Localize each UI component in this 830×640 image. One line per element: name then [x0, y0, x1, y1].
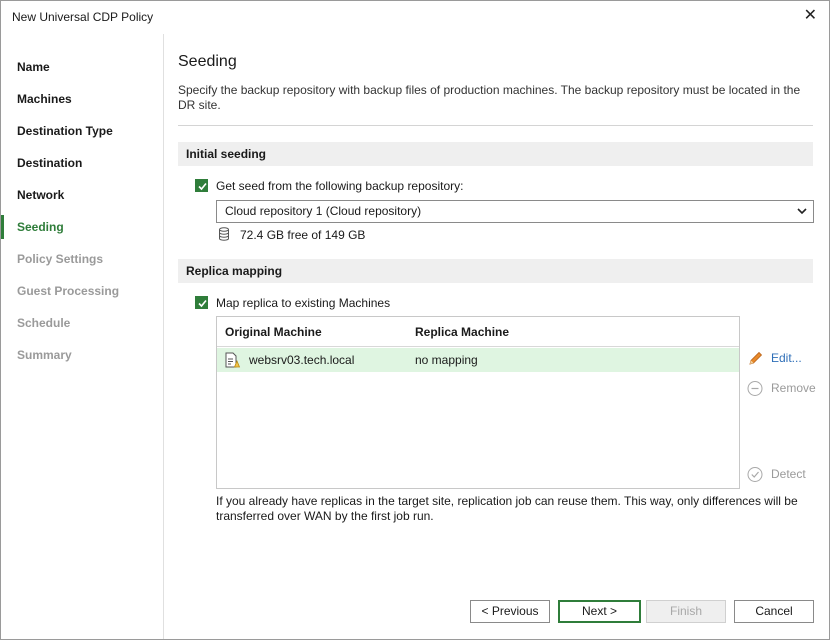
- column-header-original[interactable]: Original Machine: [225, 325, 322, 339]
- finish-button: Finish: [646, 600, 726, 623]
- step-policy-settings: Policy Settings: [17, 252, 104, 266]
- step-machines[interactable]: Machines: [1, 87, 161, 111]
- remove-label: Remove: [771, 381, 816, 395]
- table-header: Original Machine Replica Machine: [217, 317, 739, 347]
- step-guest-processing: Guest Processing: [17, 284, 120, 298]
- wizard-window: New Universal CDP Policy ✕ Name Machines…: [0, 0, 830, 640]
- original-machine-cell: websrv03.tech.local: [249, 353, 355, 367]
- page-description: Specify the backup repository with backu…: [178, 83, 801, 112]
- mapping-note: If you already have replicas in the targ…: [216, 494, 798, 523]
- replica-mapping-header: Replica mapping: [178, 259, 813, 283]
- map-replica-checkbox-label: Map replica to existing Machines: [216, 296, 391, 310]
- pencil-icon: [749, 351, 763, 365]
- map-replica-checkbox[interactable]: [195, 296, 208, 309]
- cancel-button[interactable]: Cancel: [734, 600, 814, 623]
- detect-label: Detect: [771, 467, 806, 481]
- checkmark-icon: [198, 299, 207, 308]
- step-seeding[interactable]: Seeding: [1, 215, 161, 239]
- wizard-steps: Name Machines Destination Type Destinati…: [1, 34, 164, 639]
- check-circle-icon: [747, 467, 763, 482]
- repository-select-value: Cloud repository 1 (Cloud repository): [225, 204, 422, 218]
- page-title: Seeding: [178, 53, 237, 70]
- step-destination[interactable]: Destination: [1, 151, 161, 175]
- table-row[interactable]: websrv03.tech.local no mapping: [217, 348, 739, 372]
- server-icon: [225, 352, 241, 368]
- step-destination-type[interactable]: Destination Type: [1, 119, 161, 143]
- step-network[interactable]: Network: [1, 183, 161, 207]
- repository-free-space: 72.4 GB free of 149 GB: [240, 228, 366, 242]
- mapping-table: Original Machine Replica Machine websrv0…: [216, 316, 740, 489]
- checkmark-icon: [198, 182, 207, 191]
- repository-select[interactable]: Cloud repository 1 (Cloud repository): [216, 200, 814, 223]
- seed-checkbox[interactable]: [195, 179, 208, 192]
- next-button[interactable]: Next >: [558, 600, 641, 623]
- step-summary: Summary: [17, 348, 72, 362]
- title-bar: New Universal CDP Policy ✕: [1, 1, 829, 33]
- chevron-down-icon: [797, 208, 807, 215]
- replica-machine-cell: no mapping: [415, 353, 478, 367]
- divider: [178, 125, 813, 126]
- seed-checkbox-label: Get seed from the following backup repos…: [216, 179, 464, 193]
- window-title: New Universal CDP Policy: [12, 10, 154, 24]
- minus-circle-icon: [747, 381, 763, 396]
- initial-seeding-header: Initial seeding: [178, 142, 813, 166]
- close-icon[interactable]: ✕: [804, 7, 817, 25]
- main-panel: Seeding Specify the backup repository wi…: [165, 34, 830, 639]
- edit-label: Edit...: [771, 351, 802, 365]
- step-name[interactable]: Name: [1, 55, 161, 79]
- step-schedule: Schedule: [17, 316, 71, 330]
- previous-button[interactable]: < Previous: [470, 600, 550, 623]
- database-icon: [219, 227, 229, 241]
- column-header-replica[interactable]: Replica Machine: [415, 325, 509, 339]
